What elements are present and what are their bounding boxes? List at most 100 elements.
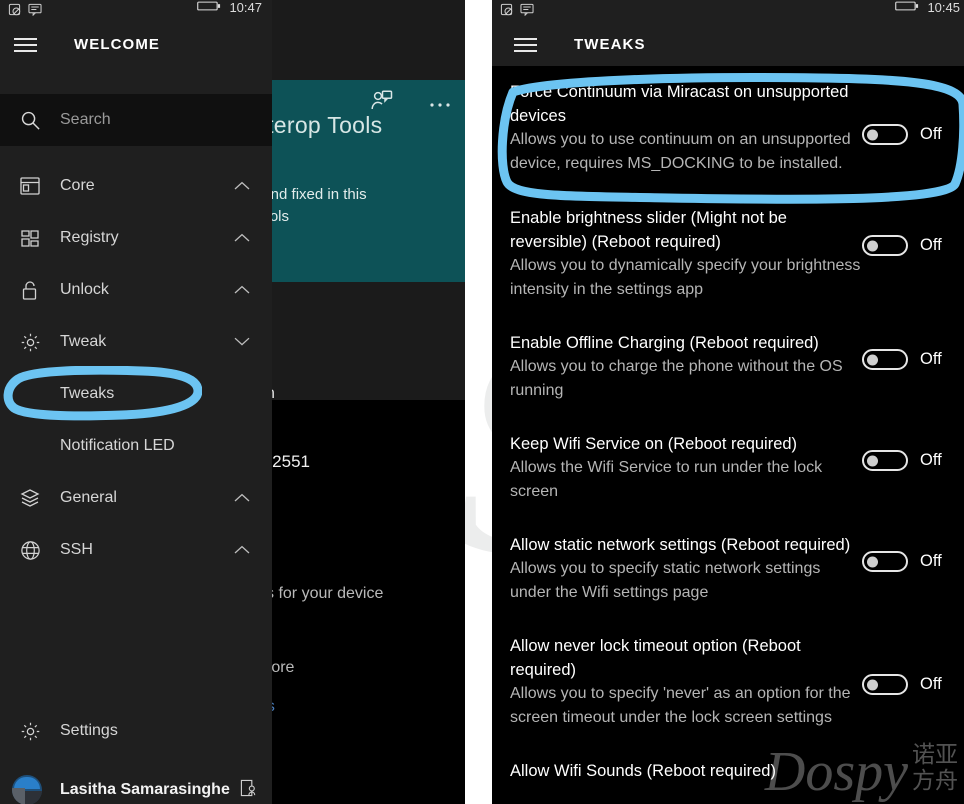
tweak-title: Allow never lock timeout option (Reboot … xyxy=(510,637,801,679)
page-title: TWEAKS xyxy=(574,35,646,53)
navigation-drawer: 10:47 WELCOME Search Core Registry Unloc… xyxy=(0,0,272,804)
drawer-header: WELCOME xyxy=(0,22,272,66)
status-right-cluster: 10:45 xyxy=(895,0,960,15)
tweak-toggle[interactable] xyxy=(862,235,908,256)
interop-tools-tile[interactable]: nterop Tools , and fixed in thisTools xyxy=(254,80,465,282)
search-input[interactable]: Search xyxy=(0,94,272,146)
tweak-toggle[interactable] xyxy=(862,124,908,145)
registry-icon xyxy=(0,229,60,248)
sidebar-item-label: SSH xyxy=(60,541,93,558)
sidebar-item-general[interactable]: General xyxy=(0,472,272,524)
tweak-state-label: Off xyxy=(920,236,942,254)
tweak-control: Off xyxy=(862,551,946,572)
tweak-row[interactable]: Enable brightness slider (Might not be r… xyxy=(510,193,946,319)
right-phone-panel: 10:45 TWEAKS Force Continuum via Miracas… xyxy=(492,0,964,804)
battery-icon xyxy=(197,0,221,15)
sidebar-item-settings[interactable]: Settings xyxy=(0,705,272,757)
tweak-title: Allow Wifi Sounds (Reboot required) xyxy=(510,762,776,780)
tweak-description: Allows you to specify 'never' as an opti… xyxy=(510,685,851,726)
page-title: WELCOME xyxy=(74,35,161,53)
right-status-bar: 10:45 xyxy=(492,0,964,22)
clock-time: 10:47 xyxy=(229,0,262,15)
sidebar-item-registry[interactable]: Registry xyxy=(0,212,272,264)
gear-icon xyxy=(0,332,60,353)
no-sim-icon xyxy=(8,3,21,19)
tweak-control: Off xyxy=(862,674,946,695)
tweak-row[interactable]: Allow static network settings (Reboot re… xyxy=(510,521,946,622)
avatar xyxy=(12,775,42,804)
tweak-text-block: Allow Wifi Sounds (Reboot required) xyxy=(510,759,865,783)
tweak-toggle[interactable] xyxy=(862,674,908,695)
sidebar-item-core[interactable]: Core xyxy=(0,160,272,212)
status-left-icons xyxy=(500,3,534,19)
sidebar-item-tweak[interactable]: Tweak xyxy=(0,316,272,368)
tweak-row[interactable]: Allow never lock timeout option (Reboot … xyxy=(510,622,946,747)
tweak-control: Off xyxy=(862,235,946,256)
tweak-title: Allow static network settings (Reboot re… xyxy=(510,536,851,554)
lock-icon xyxy=(0,280,60,301)
tweak-description: Allows you to charge the phone without t… xyxy=(510,358,843,399)
tweak-control: Off xyxy=(862,124,946,145)
sidebar-item-label: Registry xyxy=(60,229,119,246)
tweak-text-block: Enable Offline Charging (Reboot required… xyxy=(510,331,865,403)
window-icon xyxy=(0,177,60,195)
sidebar-item-notification-led[interactable]: Notification LED xyxy=(0,420,272,472)
chevron-up-icon[interactable] xyxy=(234,229,250,247)
hamburger-icon[interactable] xyxy=(14,36,37,52)
message-icon xyxy=(520,3,534,19)
sidebar-item-unlock[interactable]: Unlock xyxy=(0,264,272,316)
tweak-row[interactable]: Allow Wifi Sounds (Reboot required) xyxy=(510,747,946,800)
message-icon xyxy=(28,3,42,19)
chevron-down-icon[interactable] xyxy=(234,333,250,351)
tweak-toggle[interactable] xyxy=(862,551,908,572)
gear-icon xyxy=(0,721,60,742)
tweak-title: Keep Wifi Service on (Reboot required) xyxy=(510,435,798,453)
layers-icon xyxy=(0,488,60,508)
tweak-control: Off xyxy=(862,349,946,370)
status-right-cluster: 10:47 xyxy=(197,0,262,15)
sidebar-item-label: General xyxy=(60,489,117,506)
tweak-toggle[interactable] xyxy=(862,450,908,471)
tweak-text-block: Allow never lock timeout option (Reboot … xyxy=(510,634,865,730)
chevron-up-icon[interactable] xyxy=(234,541,250,559)
background-fragment-3: ks for your device xyxy=(258,585,384,602)
screenshot-root: S xyxy=(0,0,964,804)
left-phone-panel: nterop Tools , and fixed in thisTools vn… xyxy=(0,0,465,804)
tweak-text-block: Keep Wifi Service on (Reboot required) A… xyxy=(510,432,865,504)
chevron-up-icon[interactable] xyxy=(234,281,250,299)
chevron-up-icon[interactable] xyxy=(234,177,250,195)
tweak-description: Allows you to use continuum on an unsupp… xyxy=(510,131,851,172)
sidebar-item-ssh[interactable]: SSH xyxy=(0,524,272,576)
tile-title: nterop Tools xyxy=(254,112,383,138)
tweak-text-block: Enable brightness slider (Might not be r… xyxy=(510,206,865,302)
chevron-up-icon[interactable] xyxy=(234,489,250,507)
sidebar-subitem-label: Notification LED xyxy=(60,437,175,454)
sidebar-item-label: Core xyxy=(60,177,95,194)
tweak-control: Off xyxy=(862,450,946,471)
tweak-title: Enable Offline Charging (Reboot required… xyxy=(510,334,819,352)
sidebar-item-tweaks[interactable]: Tweaks xyxy=(0,368,272,420)
tweak-state-label: Off xyxy=(920,552,942,570)
tweak-title: Force Continuum via Miracast on unsuppor… xyxy=(510,83,849,125)
tweak-text-block: Force Continuum via Miracast on unsuppor… xyxy=(510,80,865,176)
tweak-toggle[interactable] xyxy=(862,349,908,370)
tweak-state-label: Off xyxy=(920,125,942,143)
sidebar-item-label: Tweak xyxy=(60,333,107,350)
tweak-state-label: Off xyxy=(920,451,942,469)
search-placeholder: Search xyxy=(60,111,111,128)
account-badge-icon[interactable] xyxy=(240,779,257,802)
tweak-state-label: Off xyxy=(920,350,942,368)
sidebar-nav-list: Core Registry Unlock Tweak Tweaks Notifi… xyxy=(0,160,272,576)
left-status-bar: 10:47 xyxy=(0,0,272,22)
tweak-row[interactable]: Force Continuum via Miracast on unsuppor… xyxy=(510,72,946,193)
status-left-icons xyxy=(8,3,42,19)
ellipsis-icon[interactable] xyxy=(429,95,451,113)
tweak-row[interactable]: Enable Offline Charging (Reboot required… xyxy=(510,319,946,420)
account-row[interactable]: Lasitha Samarasinghe xyxy=(0,770,272,804)
sidebar-item-label: Unlock xyxy=(60,281,109,298)
no-sim-icon xyxy=(500,3,513,19)
tweak-title: Enable brightness slider (Might not be r… xyxy=(510,209,787,251)
tweak-row[interactable]: Keep Wifi Service on (Reboot required) A… xyxy=(510,420,946,521)
hamburger-icon[interactable] xyxy=(514,36,537,52)
tile-body: , and fixed in thisTools xyxy=(254,186,367,225)
